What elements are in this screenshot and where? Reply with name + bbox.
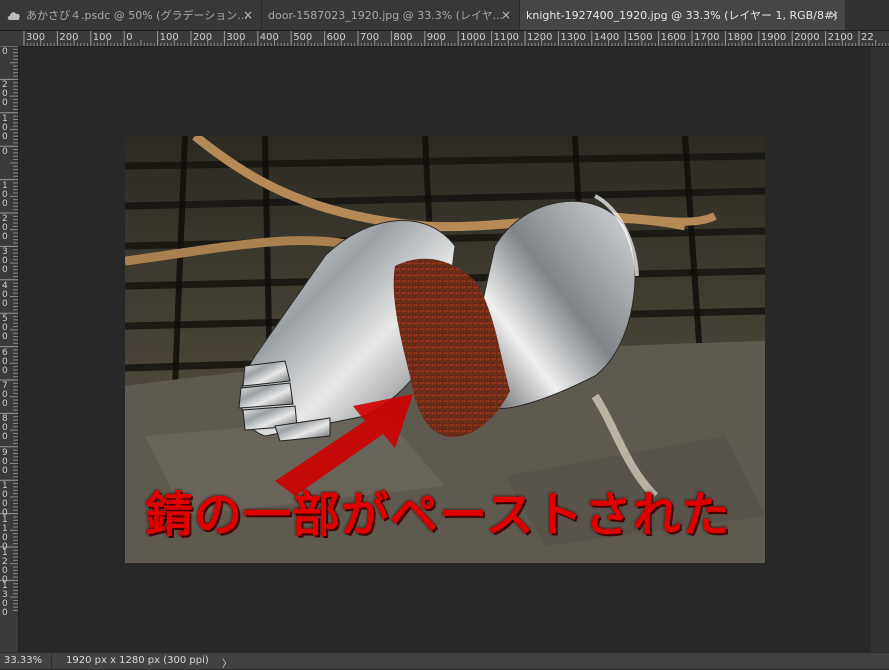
ruler-label: 0 bbox=[2, 147, 8, 158]
tab-label: あかさび４.psdc @ 50% (グラデーション... bbox=[26, 9, 248, 22]
ruler-label: 700 bbox=[360, 32, 380, 43]
ruler-label: 2100 bbox=[827, 32, 854, 43]
tab-akasabi[interactable]: あかさび４.psdc @ 50% (グラデーション... × bbox=[0, 0, 262, 30]
ruler-label: 100 bbox=[92, 32, 112, 43]
ruler-label: 700 bbox=[2, 381, 8, 409]
knight-gauntlets-photo[interactable]: 錆の一部がペーストされた bbox=[125, 136, 765, 563]
ruler-label: 1700 bbox=[694, 32, 720, 43]
ruler-label: 200 bbox=[2, 214, 8, 242]
horizontal-ruler[interactable]: 300 200 100 0 100 200 300 400 500 600 700 800 900 100… bbox=[18, 31, 889, 47]
ruler-label: 1200 bbox=[2, 548, 8, 585]
ruler-label: 1500 bbox=[627, 32, 653, 43]
ruler-label: 1000 bbox=[460, 32, 486, 43]
ruler-label: 200 bbox=[193, 32, 213, 43]
vertical-scrollbar[interactable] bbox=[871, 47, 889, 652]
ruler-label: 1300 bbox=[2, 581, 8, 619]
ruler-label: 100 bbox=[2, 180, 8, 209]
status-bar: 33.33% 1920 px x 1280 px (300 ppi) 〉 bbox=[0, 652, 889, 670]
ruler-label: 300 bbox=[2, 247, 8, 276]
ruler-ticks bbox=[23, 31, 889, 46]
ruler-label: 1400 bbox=[593, 32, 620, 43]
tab-label: door-1587023_1920.jpg @ 33.3% (レイヤ... bbox=[268, 9, 504, 22]
image-caption: 錆の一部がペーストされた bbox=[145, 487, 731, 543]
document-tab-bar: あかさび４.psdc @ 50% (グラデーション... × door-1587… bbox=[0, 0, 889, 31]
ruler-label: 0 bbox=[2, 47, 8, 57]
tab-label: knight-1927400_1920.jpg @ 33.3% (レイヤー 1,… bbox=[526, 9, 839, 22]
ruler-label: 200 bbox=[59, 32, 79, 43]
ruler-label: 1300 bbox=[560, 32, 586, 43]
ruler-label: 900 bbox=[2, 447, 8, 476]
ruler-label: 500 bbox=[2, 314, 8, 343]
ruler-label: 2000 bbox=[794, 32, 820, 43]
ruler-label: 500 bbox=[293, 32, 313, 43]
ruler-label: 400 bbox=[2, 280, 8, 309]
close-icon[interactable]: × bbox=[829, 8, 839, 22]
ruler-label: 800 bbox=[393, 32, 413, 43]
ruler-label: 1800 bbox=[727, 32, 753, 43]
document-size-info: 1920 px x 1280 px (300 ppi) bbox=[66, 655, 209, 666]
ruler-label: 100 bbox=[2, 113, 8, 142]
ruler-label: 0 bbox=[126, 32, 133, 43]
ruler-label: 200 bbox=[2, 80, 8, 109]
close-icon[interactable]: × bbox=[243, 8, 253, 22]
ruler-label: 900 bbox=[426, 32, 446, 43]
ruler-label: 100 bbox=[159, 32, 179, 43]
status-divider bbox=[51, 653, 52, 669]
zoom-level[interactable]: 33.33% bbox=[4, 655, 42, 666]
ruler-corner[interactable] bbox=[0, 31, 19, 47]
ruler-label: 1900 bbox=[760, 32, 787, 43]
tab-door[interactable]: door-1587023_1920.jpg @ 33.3% (レイヤ... × bbox=[262, 0, 520, 30]
ruler-label: 600 bbox=[326, 32, 346, 43]
tab-knight[interactable]: knight-1927400_1920.jpg @ 33.3% (レイヤー 1,… bbox=[520, 0, 846, 30]
ruler-label: 300 bbox=[26, 32, 46, 43]
ruler-label: 800 bbox=[2, 414, 8, 443]
close-icon[interactable]: × bbox=[501, 8, 511, 22]
ruler-label: 1600 bbox=[660, 32, 687, 43]
cloud-icon bbox=[7, 12, 20, 20]
ruler-label: 600 bbox=[2, 347, 8, 376]
ruler-label: 22 bbox=[861, 32, 874, 43]
ruler-label: 300 bbox=[226, 32, 246, 43]
ruler-label: 1000 bbox=[2, 481, 8, 519]
ruler-label: 1200 bbox=[527, 32, 553, 43]
ruler-label: 1100 bbox=[493, 32, 520, 43]
vertical-ruler[interactable]: 0 200 100 0 100 200 300 400 500 600 700 800 900 1000 1… bbox=[0, 46, 19, 652]
ruler-label: 1100 bbox=[2, 514, 8, 552]
ruler-label: 400 bbox=[259, 32, 279, 43]
